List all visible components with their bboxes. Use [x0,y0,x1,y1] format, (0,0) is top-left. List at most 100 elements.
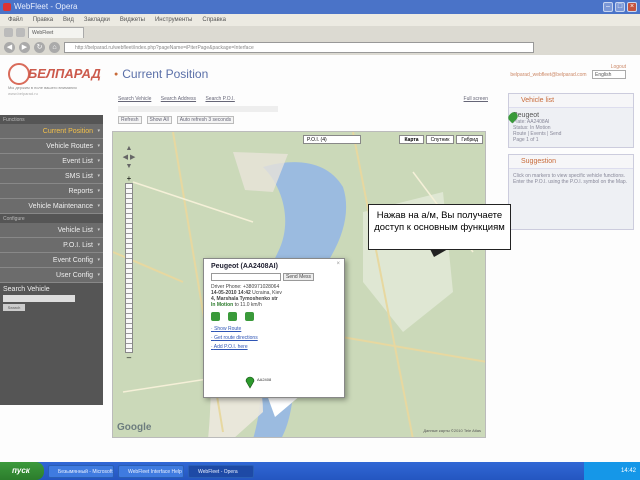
send-message-button[interactable]: Send Mess [283,273,315,281]
map-type-switcher: Карта Спутник Гибрид [399,135,483,144]
zoom-slider[interactable] [125,183,133,353]
events-icon[interactable] [245,312,254,321]
tab-search-poi[interactable]: Search P.O.I. [205,96,234,102]
show-route-link[interactable]: · Show Route [211,325,337,334]
menu-file[interactable]: Файл [8,14,23,26]
motion-status: In Motion [211,302,234,308]
vehicle-marker-label: AA2408 [257,377,272,382]
annotation-callout-tail [430,249,448,257]
message-icon[interactable] [228,312,237,321]
google-logo[interactable]: Google [117,422,151,433]
new-tab-icon[interactable] [4,28,13,37]
map-search-bar: Search Vehicle Search Address Search P.O… [118,96,488,126]
sidebar-item-vehicle-routes[interactable]: Vehicle Routes [0,139,103,154]
opera-icon [3,3,11,11]
map-copyright: Данные карты ©2010 Tele Atlas [423,428,481,433]
menu-edit[interactable]: Правка [33,14,53,26]
back-icon[interactable]: ◀ [4,41,15,53]
full-screen-link[interactable]: Full screen [464,96,488,102]
address-input[interactable]: http://belparad.ru/webfleet/index.php?pa… [64,41,534,53]
map-type-hybrid[interactable]: Гибрид [456,135,483,144]
map-search-input[interactable] [118,106,278,112]
tab-bar: WebFleet [0,26,640,39]
sidebar-search: Search Vehicle Search [0,283,103,314]
pan-left-right-icon[interactable]: ◀ ▶ [121,153,137,162]
search-vehicle-input[interactable] [3,295,75,302]
zoom-out-button[interactable]: – [121,353,137,362]
logo-name: БЕЛПАРАД [28,66,101,81]
map-type-map[interactable]: Карта [399,135,424,144]
sidebar-item-sms-list[interactable]: SMS List [0,169,103,184]
message-input[interactable] [211,273,281,281]
address-toolbar: ◀ ▶ ↻ ⌂ http://belparad.ru/webfleet/inde… [0,39,640,55]
menu-help[interactable]: Справка [202,14,226,26]
start-button[interactable]: пуск [0,462,44,480]
popup-close-icon[interactable]: × [336,261,340,267]
sidebar-section-functions: Functions [3,117,25,123]
taskbar-item-opera[interactable]: WebFleet - Opera [188,464,254,478]
poi-dropdown[interactable]: P.O.I. (4) [303,135,361,144]
pan-control[interactable]: ▲ ◀ ▶ ▼ [121,144,137,174]
zoom-control: ▲ ◀ ▶ ▼ + – [121,144,137,374]
sidebar-item-vehicle-list[interactable]: Vehicle List [0,223,103,238]
reload-icon[interactable]: ↻ [34,41,45,53]
page-content: БЕЛПАРАД Мы держим в поле вашего внимани… [0,55,640,462]
sidebar-item-vehicle-maintenance[interactable]: Vehicle Maintenance [0,199,103,214]
logo[interactable]: БЕЛПАРАД Мы держим в поле вашего внимани… [8,63,103,96]
sidebar-section-configure: Configure [3,216,25,222]
route-directions-link[interactable]: · Get route directions [211,334,337,343]
user-email: belparad_webfleet@belparad.com [510,72,587,78]
tab-webfleet[interactable]: WebFleet [28,27,84,38]
language-select[interactable]: English [592,70,626,79]
auto-refresh-button[interactable]: Auto refresh 3 seconds [176,116,235,124]
maximize-button[interactable]: □ [615,2,625,12]
menu-bookmarks[interactable]: Закладки [84,14,110,26]
home-icon[interactable]: ⌂ [49,41,60,53]
route-icon[interactable] [211,312,220,321]
sidebar-item-event-config[interactable]: Event Config [0,253,103,268]
right-panel: Vehicle list Peugeot Plate: AA2408AI Sta… [506,93,634,433]
pan-up-icon[interactable]: ▲ [121,144,137,153]
sidebar-item-user-config[interactable]: User Config [0,268,103,283]
trash-icon[interactable] [16,28,25,37]
minimize-button[interactable]: – [603,2,613,12]
vehicle-page: Page 1 of 1 [513,137,539,143]
add-poi-link[interactable]: · Add P.O.I. here [211,343,337,352]
sidebar-item-current-position[interactable]: Current Position [0,124,103,139]
forward-icon[interactable]: ▶ [19,41,30,53]
annotation-callout: Нажав на а/м, Вы получаете доступ к осно… [368,204,511,250]
user-links: Logout belparad_webfleet@belparad.com En… [510,64,626,79]
menu-tools[interactable]: Инструменты [155,14,192,26]
logo-subtag: www.belparad.ru [8,91,38,96]
vehicle-list-box: Vehicle list Peugeot Plate: AA2408AI Sta… [506,93,634,148]
close-button[interactable]: × [627,2,637,12]
refresh-button[interactable]: Refresh [118,116,142,124]
taskbar-item-word[interactable]: Безымянный - Microsoft [48,464,114,478]
tab-search-address[interactable]: Search Address [161,96,196,102]
show-all-button[interactable]: Show All [146,116,172,124]
zoom-in-button[interactable]: + [121,174,137,183]
sidebar-item-reports[interactable]: Reports [0,184,103,199]
vehicle-marker-icon[interactable] [245,375,255,389]
page-header: БЕЛПАРАД Мы держим в поле вашего внимани… [0,55,640,96]
tab-search-vehicle[interactable]: Search Vehicle [118,96,151,102]
window-title: WebFleet - Opera [14,2,78,11]
menu-widgets[interactable]: Виджеты [120,14,145,26]
system-tray-clock: 14:42 [584,462,640,480]
sidebar-item-event-list[interactable]: Event List [0,154,103,169]
menu-view[interactable]: Вид [63,14,74,26]
vehicle-popup: × Peugeot (AA2408AI) Send Mess Driver Ph… [203,258,345,398]
map-type-satellite[interactable]: Спутник [425,135,455,144]
search-vehicle-label: Search Vehicle [3,286,50,293]
sidebar-item-poi-list[interactable]: P.O.I. List [0,238,103,253]
logo-tagline: Мы держим в поле вашего внимания [8,85,77,90]
sidebar: Functions Current Position Vehicle Route… [0,115,103,405]
search-vehicle-button[interactable]: Search [3,304,25,311]
taskbar-item-help[interactable]: WebFleet Interface Help [118,464,184,478]
pan-down-icon[interactable]: ▼ [121,162,137,171]
vehicle-name[interactable]: Peugeot [513,112,629,119]
page-title: Current Position [114,67,208,81]
screen: { "window": {"title": "WebFleet - Opera"… [0,0,640,480]
menu-bar: Файл Правка Вид Закладки Виджеты Инструм… [0,14,640,26]
motion-speed: to 11.0 km/h [234,302,262,308]
